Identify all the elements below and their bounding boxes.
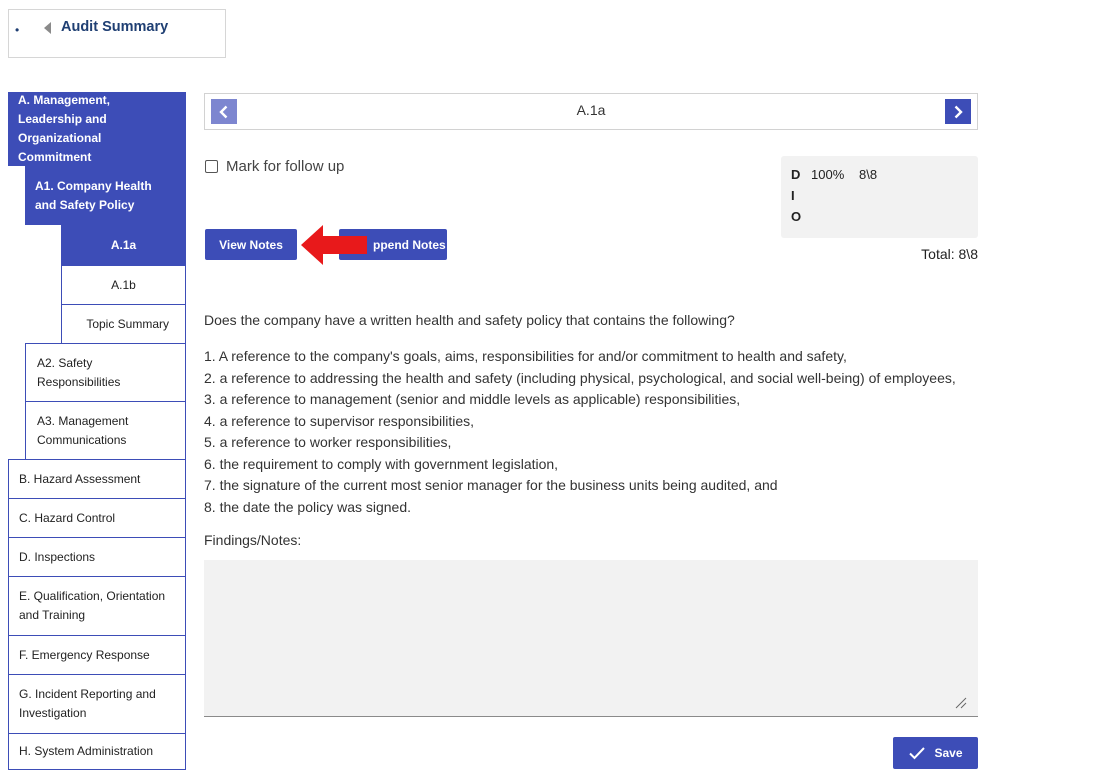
sidebar-item-label: A3. Management Communications bbox=[37, 413, 129, 447]
list-item: 6. the requirement to comply with govern… bbox=[204, 455, 559, 472]
sidebar-item-c-hazard-control[interactable]: C. Hazard Control bbox=[8, 498, 186, 538]
sidebar-item-label: F. Emergency Response bbox=[19, 647, 150, 662]
sidebar-item-a1a[interactable]: A.1a bbox=[61, 225, 186, 265]
sidebar-item-label: H. System Administration bbox=[19, 744, 154, 758]
score-ratio: 8\8 bbox=[859, 167, 878, 182]
next-button[interactable] bbox=[945, 99, 971, 124]
view-notes-button[interactable]: View Notes bbox=[205, 229, 297, 260]
sidebar-item-label: E. Qualification, Orientation and Traini… bbox=[19, 589, 166, 622]
append-notes-label: ppend Notes bbox=[373, 237, 446, 252]
question-navigator: A.1a bbox=[204, 93, 978, 130]
sidebar-item-g-incident[interactable]: G. Incident Reporting and Investigation bbox=[8, 674, 186, 734]
score-letter: O bbox=[791, 209, 802, 224]
sidebar-item-d-inspections[interactable]: D. Inspections bbox=[8, 537, 186, 577]
list-item: 7. the signature of the current most sen… bbox=[204, 477, 778, 493]
sidebar-item-label: C. Hazard Control bbox=[19, 510, 116, 525]
sidebar-item-a-management[interactable]: A. Management, Leadership and Organizati… bbox=[8, 92, 186, 166]
score-total: Total: 8\8 bbox=[921, 246, 978, 262]
score-letter: D bbox=[791, 167, 801, 182]
list-item: 1. A reference to the company's goals, a… bbox=[204, 348, 847, 364]
list-item: 2. a reference to addressing the health … bbox=[204, 369, 956, 386]
sidebar-item-e-training[interactable]: E. Qualification, Orientation and Traini… bbox=[8, 576, 186, 636]
sidebar-item-topic-summary[interactable]: Topic Summary bbox=[61, 304, 186, 344]
sidebar-item-label: A2. Safety Responsibilities bbox=[37, 355, 121, 389]
bullet: • bbox=[15, 23, 20, 37]
sidebar-item-label: A1. Company Health and Safety Policy bbox=[35, 178, 152, 212]
audit-summary-box: • Audit Summary bbox=[8, 9, 226, 58]
score-panel: D 100% 8\8 I O bbox=[781, 156, 978, 238]
caret-left-icon[interactable] bbox=[44, 22, 51, 34]
follow-up-label: Mark for follow up bbox=[226, 158, 345, 175]
findings-label: Findings/Notes: bbox=[204, 532, 302, 548]
findings-notes-input[interactable] bbox=[204, 560, 978, 717]
sidebar-item-b-hazard-assessment[interactable]: B. Hazard Assessment bbox=[8, 459, 186, 499]
sidebar-item-a2-responsibilities[interactable]: A2. Safety Responsibilities bbox=[25, 343, 186, 402]
save-label: Save bbox=[934, 746, 963, 760]
sidebar-item-label: B. Hazard Assessment bbox=[19, 471, 141, 486]
follow-up-checkbox[interactable] bbox=[205, 160, 218, 173]
sidebar-item-h-administration[interactable]: H. System Administration bbox=[8, 733, 186, 770]
audit-summary-link[interactable]: Audit Summary bbox=[61, 19, 168, 35]
question-text: Does the company have a written health a… bbox=[204, 312, 735, 328]
save-button[interactable]: Save bbox=[893, 737, 978, 769]
score-row-d: D 100% 8\8 bbox=[791, 167, 877, 182]
score-percent: 100% bbox=[811, 167, 845, 182]
follow-up-control: Mark for follow up bbox=[205, 158, 344, 175]
sidebar-item-label: D. Inspections bbox=[19, 549, 96, 564]
score-letter: I bbox=[791, 188, 795, 203]
sidebar-item-a1b[interactable]: A.1b bbox=[61, 265, 186, 305]
sidebar-item-label: A.1b bbox=[111, 277, 136, 292]
sidebar-item-label: A.1a bbox=[110, 237, 137, 252]
list-item: 3. a reference to management (senior and… bbox=[204, 391, 741, 407]
sidebar-item-a3-communications[interactable]: A3. Management Communications bbox=[25, 401, 186, 460]
resize-handle-icon[interactable] bbox=[953, 695, 967, 709]
sidebar-item-f-emergency[interactable]: F. Emergency Response bbox=[8, 635, 186, 675]
sidebar-item-label: A. Management, Leadership and Organizati… bbox=[18, 93, 111, 164]
question-id: A.1a bbox=[576, 102, 606, 118]
sidebar-item-label: Topic Summary bbox=[86, 316, 169, 331]
chevron-right-icon bbox=[954, 105, 963, 118]
requirements-list: 1. A reference to the company's goals, a… bbox=[204, 346, 956, 518]
list-item: 5. a reference to worker responsibilitie… bbox=[204, 434, 452, 450]
red-arrow-annotation bbox=[301, 225, 367, 265]
score-row-i: I bbox=[791, 188, 811, 203]
checkmark-icon bbox=[909, 747, 926, 760]
sidebar-item-a1-policy[interactable]: A1. Company Health and Safety Policy bbox=[25, 166, 186, 225]
list-item: 8. the date the policy was signed. bbox=[204, 498, 412, 515]
sidebar-item-label: G. Incident Reporting and Investigation bbox=[19, 687, 156, 720]
score-row-o: O bbox=[791, 209, 811, 224]
list-item: 4. a reference to supervisor responsibil… bbox=[204, 412, 475, 429]
